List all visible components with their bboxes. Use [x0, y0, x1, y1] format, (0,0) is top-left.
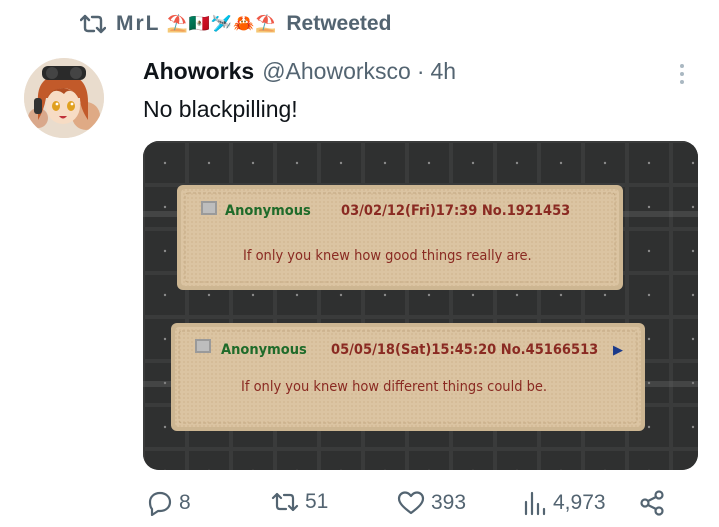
patch-2: Anonymous 05/05/18(Sat)15:45:20 No.45166…: [171, 323, 645, 431]
patch-2-text: If only you knew how different things co…: [241, 379, 547, 395]
tweet-media-image[interactable]: Anonymous 03/02/12(Fri)17:39 No.1921453 …: [143, 141, 698, 470]
reply-count: 8: [179, 491, 191, 514]
retweet-context: MrL ⛱️ 🇲🇽 🛩️ 🦀 ⛱️ Retweeted: [80, 8, 391, 40]
tweet-timestamp[interactable]: 4h: [430, 58, 456, 85]
views-button[interactable]: 4,973: [523, 490, 606, 516]
tweet-header: Ahoworks @Ahoworksco · 4h: [143, 58, 456, 85]
more-dot: [680, 72, 684, 76]
mexico-flag-emoji: 🇲🇽: [188, 14, 210, 33]
more-dot: [680, 80, 684, 84]
patch-1-text: If only you knew how good things really …: [243, 248, 532, 264]
like-count: 393: [431, 491, 467, 514]
airplane-emoji: 🛩️: [210, 14, 233, 33]
tweet-text: No blackpilling!: [143, 96, 298, 122]
views-count: 4,973: [553, 491, 606, 514]
share-button[interactable]: [639, 490, 665, 516]
beach-umbrella-emoji: ⛱️: [166, 14, 188, 33]
patch-2-meta: 05/05/18(Sat)15:45:20 No.45166513: [331, 342, 598, 358]
author-display-name[interactable]: Ahoworks: [143, 58, 254, 85]
retweeter-name[interactable]: MrL: [116, 12, 161, 36]
retweeted-label: Retweeted: [286, 12, 392, 35]
reply-icon: [147, 490, 173, 516]
heart-icon: [397, 490, 425, 516]
tweet-action-bar: 8 51 393 4,973: [143, 490, 688, 526]
retweet-icon: [80, 13, 106, 35]
retweet-icon: [271, 490, 299, 514]
patch-1: Anonymous 03/02/12(Fri)17:39 No.1921453 …: [177, 185, 623, 290]
patch-2-arrow: ▶: [613, 343, 623, 358]
retweet-count: 51: [305, 490, 329, 513]
crab-emoji: 🦀: [233, 14, 255, 33]
more-dot: [680, 64, 684, 68]
like-button[interactable]: 393: [397, 490, 466, 516]
author-handle[interactable]: @Ahoworksco: [262, 58, 411, 85]
retweet-button[interactable]: 51: [271, 490, 328, 514]
retweeter-emoji-row: ⛱️ 🇲🇽 🛩️ 🦀 ⛱️: [167, 14, 277, 34]
patch-1-name: Anonymous: [225, 203, 311, 219]
patch-2-name: Anonymous: [221, 342, 307, 358]
beach-umbrella-emoji: ⛱️: [255, 14, 277, 33]
avatar[interactable]: [24, 58, 104, 138]
separator-dot: ·: [416, 58, 425, 84]
more-dots-icon[interactable]: [670, 60, 694, 88]
share-icon: [639, 490, 665, 516]
reply-button[interactable]: 8: [147, 490, 191, 516]
views-icon: [523, 490, 547, 516]
patch-1-meta: 03/02/12(Fri)17:39 No.1921453: [341, 203, 570, 219]
